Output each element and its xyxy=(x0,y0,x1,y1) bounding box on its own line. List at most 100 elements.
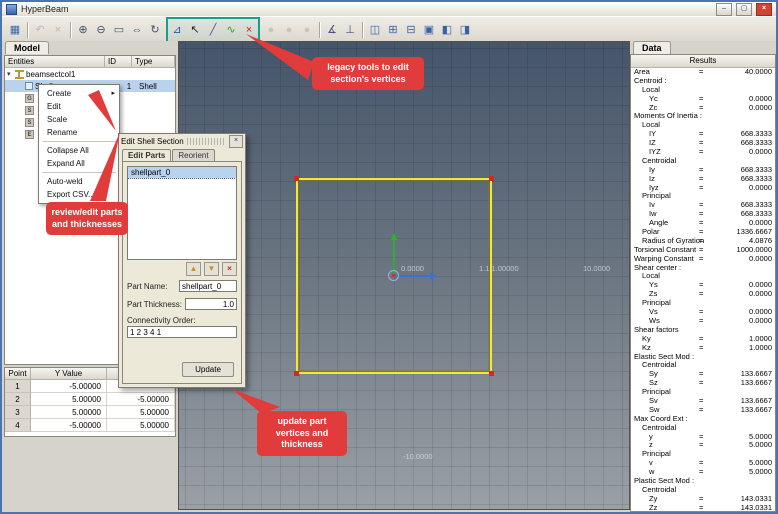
result-value: 0.0000 xyxy=(749,308,772,317)
points-header-0[interactable]: Point xyxy=(5,368,31,380)
result-label: Angle xyxy=(631,219,668,228)
result-value: 668.3333 xyxy=(741,210,772,219)
single-window-icon[interactable]: ▣ xyxy=(420,21,438,39)
result-row: Local xyxy=(631,121,775,130)
menu-item-expand-all[interactable]: Expand All xyxy=(40,157,118,170)
equals-sign: = xyxy=(699,504,703,512)
collapse-windows-icon[interactable]: ⊟ xyxy=(402,21,420,39)
tree-header-type[interactable]: Type xyxy=(132,56,175,68)
callout-legacy-tools: legacy tools to edit section's vertices xyxy=(312,57,424,90)
point-value-cell[interactable]: 5.00000 xyxy=(107,406,175,419)
maximize-button[interactable]: ▢ xyxy=(736,3,752,16)
update-button[interactable]: Update xyxy=(182,362,234,377)
point-value-cell[interactable]: -5.00000 xyxy=(31,380,107,393)
dialog-title-bar[interactable]: Edit Shell Section × xyxy=(119,134,245,148)
menu-item-rename[interactable]: Rename xyxy=(40,126,118,139)
result-value: 133.6667 xyxy=(741,397,772,406)
measure-angle-icon[interactable]: ∡ xyxy=(323,21,341,39)
equals-sign: = xyxy=(699,281,703,290)
tree-header-id[interactable]: ID xyxy=(105,56,132,68)
point-value-cell[interactable]: 5.00000 xyxy=(107,419,175,432)
menu-item-edit[interactable]: Edit xyxy=(40,100,118,113)
point-value-cell[interactable]: 5.00000 xyxy=(31,406,107,419)
tab-data[interactable]: Data xyxy=(633,41,671,54)
split-right-icon[interactable]: ◨ xyxy=(456,21,474,39)
result-row: Kz=1.0000 xyxy=(631,344,775,353)
equals-sign: = xyxy=(699,335,703,344)
zoom-window-icon[interactable]: ▭ xyxy=(110,21,128,39)
orient-axis-icon[interactable]: ⊥ xyxy=(341,21,359,39)
part-thickness-input[interactable] xyxy=(185,298,237,310)
edit-polyline-tool-icon[interactable]: ∿ xyxy=(222,21,240,39)
draw-line-tool-icon[interactable]: ⊿ xyxy=(168,21,186,39)
dialog-title: Edit Shell Section xyxy=(121,137,184,146)
point-value-cell[interactable]: -5.00000 xyxy=(31,419,107,432)
result-label: Sw xyxy=(631,406,659,415)
title-bar[interactable]: HyperBeam – ▢ × xyxy=(2,2,776,17)
rotate-view-icon[interactable]: ↻ xyxy=(146,21,164,39)
equals-sign: = xyxy=(699,459,703,468)
equals-sign: = xyxy=(699,166,703,175)
move-up-icon[interactable]: ▲ xyxy=(186,262,201,276)
points-header-1[interactable]: Y Value xyxy=(31,368,107,380)
result-label: Radius of Gyration xyxy=(631,237,704,246)
part-name-input[interactable] xyxy=(179,280,237,292)
pan-icon[interactable]: ⇔ xyxy=(128,21,146,39)
menu-separator xyxy=(42,172,116,173)
result-label: Moments Of Inertia : xyxy=(631,112,702,121)
delete-vertex-tool-icon[interactable]: × xyxy=(240,21,258,39)
vertex-marker[interactable] xyxy=(489,371,494,376)
equals-sign: = xyxy=(699,406,703,415)
dialog-close-icon[interactable]: × xyxy=(229,135,243,148)
part-list-item[interactable]: shellpart_0 xyxy=(128,167,236,178)
point-value-cell[interactable]: 5.00000 xyxy=(31,393,107,406)
menu-item-auto-weld[interactable]: Auto-weld xyxy=(40,175,118,188)
edit-line-tool-icon[interactable]: ╱ xyxy=(204,21,222,39)
new-window-icon[interactable]: ◫ xyxy=(366,21,384,39)
zoom-out-icon[interactable]: ⊖ xyxy=(92,21,110,39)
points-row: 4-5.000005.00000 xyxy=(5,419,175,432)
menu-item-export-csv-[interactable]: Export CSV... xyxy=(40,188,118,201)
minimize-button[interactable]: – xyxy=(716,3,732,16)
point-value-cell[interactable]: -5.00000 xyxy=(107,393,175,406)
result-value: 668.3333 xyxy=(741,175,772,184)
vertex-marker[interactable] xyxy=(294,371,299,376)
vertex-marker[interactable] xyxy=(489,176,494,181)
connectivity-order-input[interactable] xyxy=(127,326,237,338)
select-vertex-tool-icon[interactable]: ↖ xyxy=(186,21,204,39)
undo-icon[interactable]: ↶ xyxy=(31,21,49,39)
node-option-1-icon[interactable]: ● xyxy=(262,21,280,39)
equals-sign: = xyxy=(699,175,703,184)
menu-item-scale[interactable]: Scale xyxy=(40,113,118,126)
result-row: Iw=668.3333 xyxy=(631,210,775,219)
tree-header-entities[interactable]: Entities xyxy=(5,56,105,68)
menu-item-create[interactable]: Create▸ xyxy=(40,87,118,100)
tree-row-beamsectcol1[interactable]: ▾beamsectcol1 xyxy=(5,68,175,80)
result-value: 1.0000 xyxy=(749,344,772,353)
zoom-in-icon[interactable]: ⊕ xyxy=(74,21,92,39)
menu-item-collapse-all[interactable]: Collapse All xyxy=(40,144,118,157)
result-value: 0.0000 xyxy=(749,317,772,326)
tile-windows-icon[interactable]: ⊞ xyxy=(384,21,402,39)
tab-reorient[interactable]: Reorient xyxy=(172,149,214,161)
result-label: Plastic Sect Mod : xyxy=(631,477,694,486)
hyperbeam-window: HyperBeam – ▢ × ▦↶×⊕⊖▭⇔↻⊿↖╱∿×●●●∡⊥◫⊞⊟▣◧◨… xyxy=(0,0,778,514)
expander-icon[interactable]: ▾ xyxy=(7,70,15,78)
result-label: Shear factors xyxy=(631,326,679,335)
equals-sign: = xyxy=(699,228,703,237)
node-option-3-icon[interactable]: ● xyxy=(298,21,316,39)
tab-model[interactable]: Model xyxy=(5,41,49,54)
result-label: Kz xyxy=(631,344,651,353)
result-value: 668.3333 xyxy=(741,130,772,139)
delete-part-icon[interactable]: × xyxy=(222,262,237,276)
vertex-marker[interactable] xyxy=(294,176,299,181)
equals-sign: = xyxy=(699,379,703,388)
result-label: Centroidal xyxy=(631,361,676,370)
node-option-2-icon[interactable]: ● xyxy=(280,21,298,39)
tab-edit-parts[interactable]: Edit Parts xyxy=(122,149,171,161)
hyperbeam-grid-icon[interactable]: ▦ xyxy=(6,21,24,39)
delete-icon[interactable]: × xyxy=(49,21,67,39)
split-left-icon[interactable]: ◧ xyxy=(438,21,456,39)
close-button[interactable]: × xyxy=(756,3,772,16)
move-down-icon[interactable]: ▼ xyxy=(204,262,219,276)
